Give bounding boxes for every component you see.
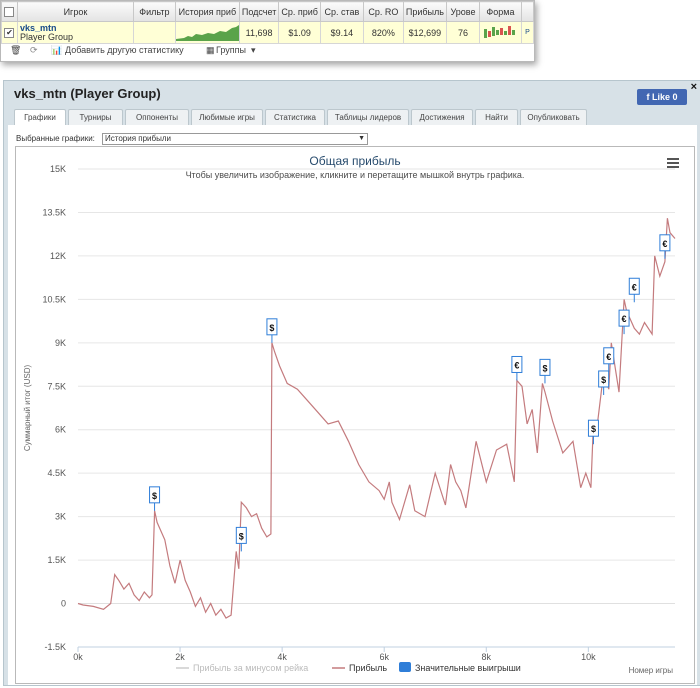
col-header-avg-profit[interactable]: Ср. приб [278, 1, 321, 22]
y-tick-label: 12K [50, 251, 66, 261]
y-tick-label: 6K [55, 425, 66, 435]
legend-item-net-profit: Прибыль за минусом рейка [193, 663, 308, 673]
big-win-flag-label: $ [591, 424, 596, 434]
graph-select[interactable]: История прибыли ▼ [102, 133, 368, 145]
stats-table: Игрок Фильтр История приб Подсчет Ср. пр… [1, 1, 535, 44]
col-header-player[interactable]: Игрок [16, 1, 134, 22]
big-win-flag-label: € [632, 282, 637, 292]
legend-marker-big-wins [399, 662, 411, 672]
page-title: vks_mtn (Player Group) [14, 86, 161, 101]
table-row[interactable]: ✔ vks_mtn Player Group 11,698 $1.09 $9.1… [1, 21, 535, 44]
big-win-flag-label: € [662, 239, 667, 249]
profit-series-line [77, 218, 676, 619]
legend-item-profit: Прибыль [349, 663, 387, 673]
y-tick-label: 7.5K [47, 381, 66, 391]
big-win-flag-label: $ [152, 491, 157, 501]
y-tick-label: -1.5K [44, 642, 66, 652]
avg-stake-cell: $9.14 [319, 21, 364, 44]
trash-icon[interactable]: 🗑 [10, 45, 21, 56]
x-tick-label: 2k [175, 652, 185, 662]
tab-achievements[interactable]: Достижения [411, 109, 473, 125]
tab-favorite-games[interactable]: Любимые игры [191, 109, 263, 125]
y-tick-label: 0 [61, 599, 66, 609]
x-tick-label: 4k [277, 652, 287, 662]
col-header-games[interactable]: Подсчет [238, 1, 280, 22]
col-header-avg-roi[interactable]: Ср. RO [362, 1, 404, 22]
big-win-flag-label: $ [542, 363, 547, 373]
y-tick-label: 4.5K [47, 468, 66, 478]
big-win-flag-label: $ [601, 375, 606, 385]
y-tick-label: 3K [55, 512, 66, 522]
x-tick-label: 8k [482, 652, 492, 662]
chart-subtitle: Чтобы увеличить изображение, кликните и … [186, 170, 525, 180]
col-header-avg-stake[interactable]: Ср. став [319, 1, 364, 22]
add-stats-icon[interactable]: 📊 [51, 45, 62, 56]
groups-button[interactable]: Группы [216, 45, 246, 55]
extra-cell: P [520, 21, 535, 44]
stats-panel: Игрок Фильтр История приб Подсчет Ср. пр… [0, 0, 535, 62]
add-stats-button[interactable]: Добавить другую статистику [65, 45, 184, 55]
games-cell: 11,698 [238, 21, 280, 44]
table-header-row: Игрок Фильтр История приб Подсчет Ср. пр… [1, 1, 535, 22]
level-cell: 76 [445, 21, 480, 44]
y-axis-label: Суммарный итог (USD) [23, 365, 32, 452]
big-win-flag-label: € [514, 360, 519, 370]
form-bars [484, 26, 516, 38]
profit-history-sparkline [174, 21, 240, 44]
player-cell[interactable]: vks_mtn Player Group [16, 21, 134, 44]
like-label: Like 0 [651, 92, 678, 102]
close-icon[interactable]: × [691, 81, 697, 93]
avg-roi-cell: 820% [362, 21, 404, 44]
tab-opponents[interactable]: Оппоненты [125, 109, 189, 125]
col-header-form[interactable]: Форма [478, 1, 522, 22]
chart-menu-icon[interactable] [667, 158, 679, 168]
y-tick-label: 10.5K [42, 294, 66, 304]
player-group: Player Group [19, 31, 74, 42]
y-tick-label: 9K [55, 338, 66, 348]
chevron-down-icon: ▼ [358, 135, 365, 142]
x-tick-label: 6k [379, 652, 389, 662]
facebook-like-button[interactable]: f Like 0 [637, 89, 687, 105]
stats-toolbar: 🗑 ⟳ 📊 Добавить другую статистику ▦ Групп… [1, 43, 534, 59]
graph-select-label: Выбранные графики: [16, 134, 95, 143]
big-win-flag-label: $ [239, 531, 244, 541]
select-all-checkbox[interactable] [1, 1, 18, 22]
big-win-flag-label: € [606, 352, 611, 362]
col-header-profit[interactable]: Прибыль [402, 1, 447, 22]
tab-statistics[interactable]: Статистика [265, 109, 325, 125]
chevron-down-icon[interactable]: ▾ [251, 45, 256, 56]
tab-charts[interactable]: Графики [14, 109, 66, 126]
sparkline-graph [176, 25, 239, 41]
profit-cell: $12,699 [402, 21, 447, 44]
col-header-level[interactable]: Урове [445, 1, 480, 22]
tab-leaderboards[interactable]: Таблицы лидеров [327, 109, 409, 125]
chart-container[interactable]: Общая прибыль Чтобы увеличить изображение… [15, 146, 695, 684]
player-panel: vks_mtn (Player Group) × f Like 0 График… [3, 80, 700, 686]
x-tick-label: 0k [73, 652, 83, 662]
avg-profit-cell: $1.09 [278, 21, 321, 44]
y-tick-label: 15K [50, 164, 66, 174]
col-header-profit-history[interactable]: История приб [174, 1, 240, 22]
tab-publish[interactable]: Опубликовать [520, 109, 587, 125]
row-checkbox[interactable]: ✔ [1, 21, 18, 44]
col-header-filter[interactable]: Фильтр [132, 1, 176, 22]
y-tick-label: 1.5K [47, 555, 66, 565]
refresh-icon[interactable]: ⟳ [30, 45, 38, 56]
y-tick-label: 13.5K [42, 207, 66, 217]
x-axis-label: Номер игры [629, 666, 674, 675]
graph-select-value: История прибыли [105, 134, 171, 143]
filter-cell [132, 21, 176, 44]
tab-find[interactable]: Найти [475, 109, 518, 125]
profit-chart[interactable]: Общая прибыль Чтобы увеличить изображение… [16, 147, 694, 683]
chart-title: Общая прибыль [309, 154, 400, 168]
groups-icon[interactable]: ▦ [206, 45, 215, 56]
legend-item-big-wins: Значительные выигрыши [415, 663, 521, 673]
big-win-flag-label: $ [269, 323, 274, 333]
form-cell [478, 21, 522, 44]
tab-content: Выбранные графики: История прибыли ▼ Общ… [8, 125, 697, 685]
tab-tournaments[interactable]: Турниры [68, 109, 123, 125]
big-win-flag-label: € [622, 314, 627, 324]
x-tick-label: 10k [581, 652, 596, 662]
col-header-extra[interactable] [520, 1, 535, 22]
